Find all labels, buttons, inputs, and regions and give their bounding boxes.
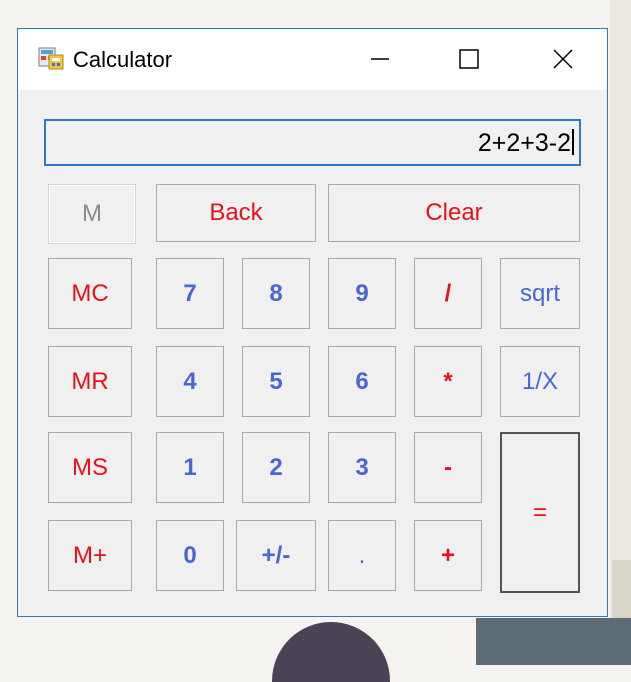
digit-0-button[interactable]: 0: [156, 520, 224, 591]
close-icon: [553, 49, 573, 69]
sign-toggle-button[interactable]: +/-: [236, 520, 316, 591]
clear-button[interactable]: Clear: [328, 184, 580, 242]
digit-9-button[interactable]: 9: [328, 258, 396, 329]
digit-4-button[interactable]: 4: [156, 346, 224, 417]
minimize-button[interactable]: [360, 43, 400, 75]
memory-store-button[interactable]: MS: [48, 432, 132, 503]
equals-button[interactable]: =: [500, 432, 580, 593]
calculator-app-icon: [38, 45, 64, 71]
memory-indicator-button[interactable]: M: [48, 184, 136, 244]
digit-5-button[interactable]: 5: [242, 346, 310, 417]
memory-clear-button[interactable]: MC: [48, 258, 132, 329]
calculator-window: Calculator 2+2+3-2 M Back Clear MC 7 8 9…: [17, 28, 608, 617]
add-button[interactable]: +: [414, 520, 482, 591]
memory-recall-button[interactable]: MR: [48, 346, 132, 417]
digit-7-button[interactable]: 7: [156, 258, 224, 329]
expression-display[interactable]: 2+2+3-2: [44, 119, 581, 166]
minimize-icon: [371, 58, 389, 60]
maximize-icon: [459, 49, 479, 69]
divide-button[interactable]: /: [414, 258, 482, 329]
display-text: 2+2+3-2: [477, 129, 571, 157]
digit-6-button[interactable]: 6: [328, 346, 396, 417]
maximize-button[interactable]: [449, 43, 489, 75]
subtract-button[interactable]: -: [414, 432, 482, 503]
back-button[interactable]: Back: [156, 184, 316, 242]
digit-3-button[interactable]: 3: [328, 432, 396, 503]
sqrt-button[interactable]: sqrt: [500, 258, 580, 329]
close-button[interactable]: [543, 43, 583, 75]
title-bar[interactable]: Calculator: [18, 29, 607, 90]
decimal-point-button[interactable]: .: [328, 520, 396, 591]
memory-add-button[interactable]: M+: [48, 520, 132, 591]
digit-2-button[interactable]: 2: [242, 432, 310, 503]
text-caret: [572, 129, 574, 155]
reciprocal-button[interactable]: 1/X: [500, 346, 580, 417]
digit-1-button[interactable]: 1: [156, 432, 224, 503]
window-title: Calculator: [73, 47, 173, 72]
multiply-button[interactable]: *: [414, 346, 482, 417]
desktop-object: [272, 622, 390, 682]
digit-8-button[interactable]: 8: [242, 258, 310, 329]
desktop-object: [476, 618, 631, 665]
